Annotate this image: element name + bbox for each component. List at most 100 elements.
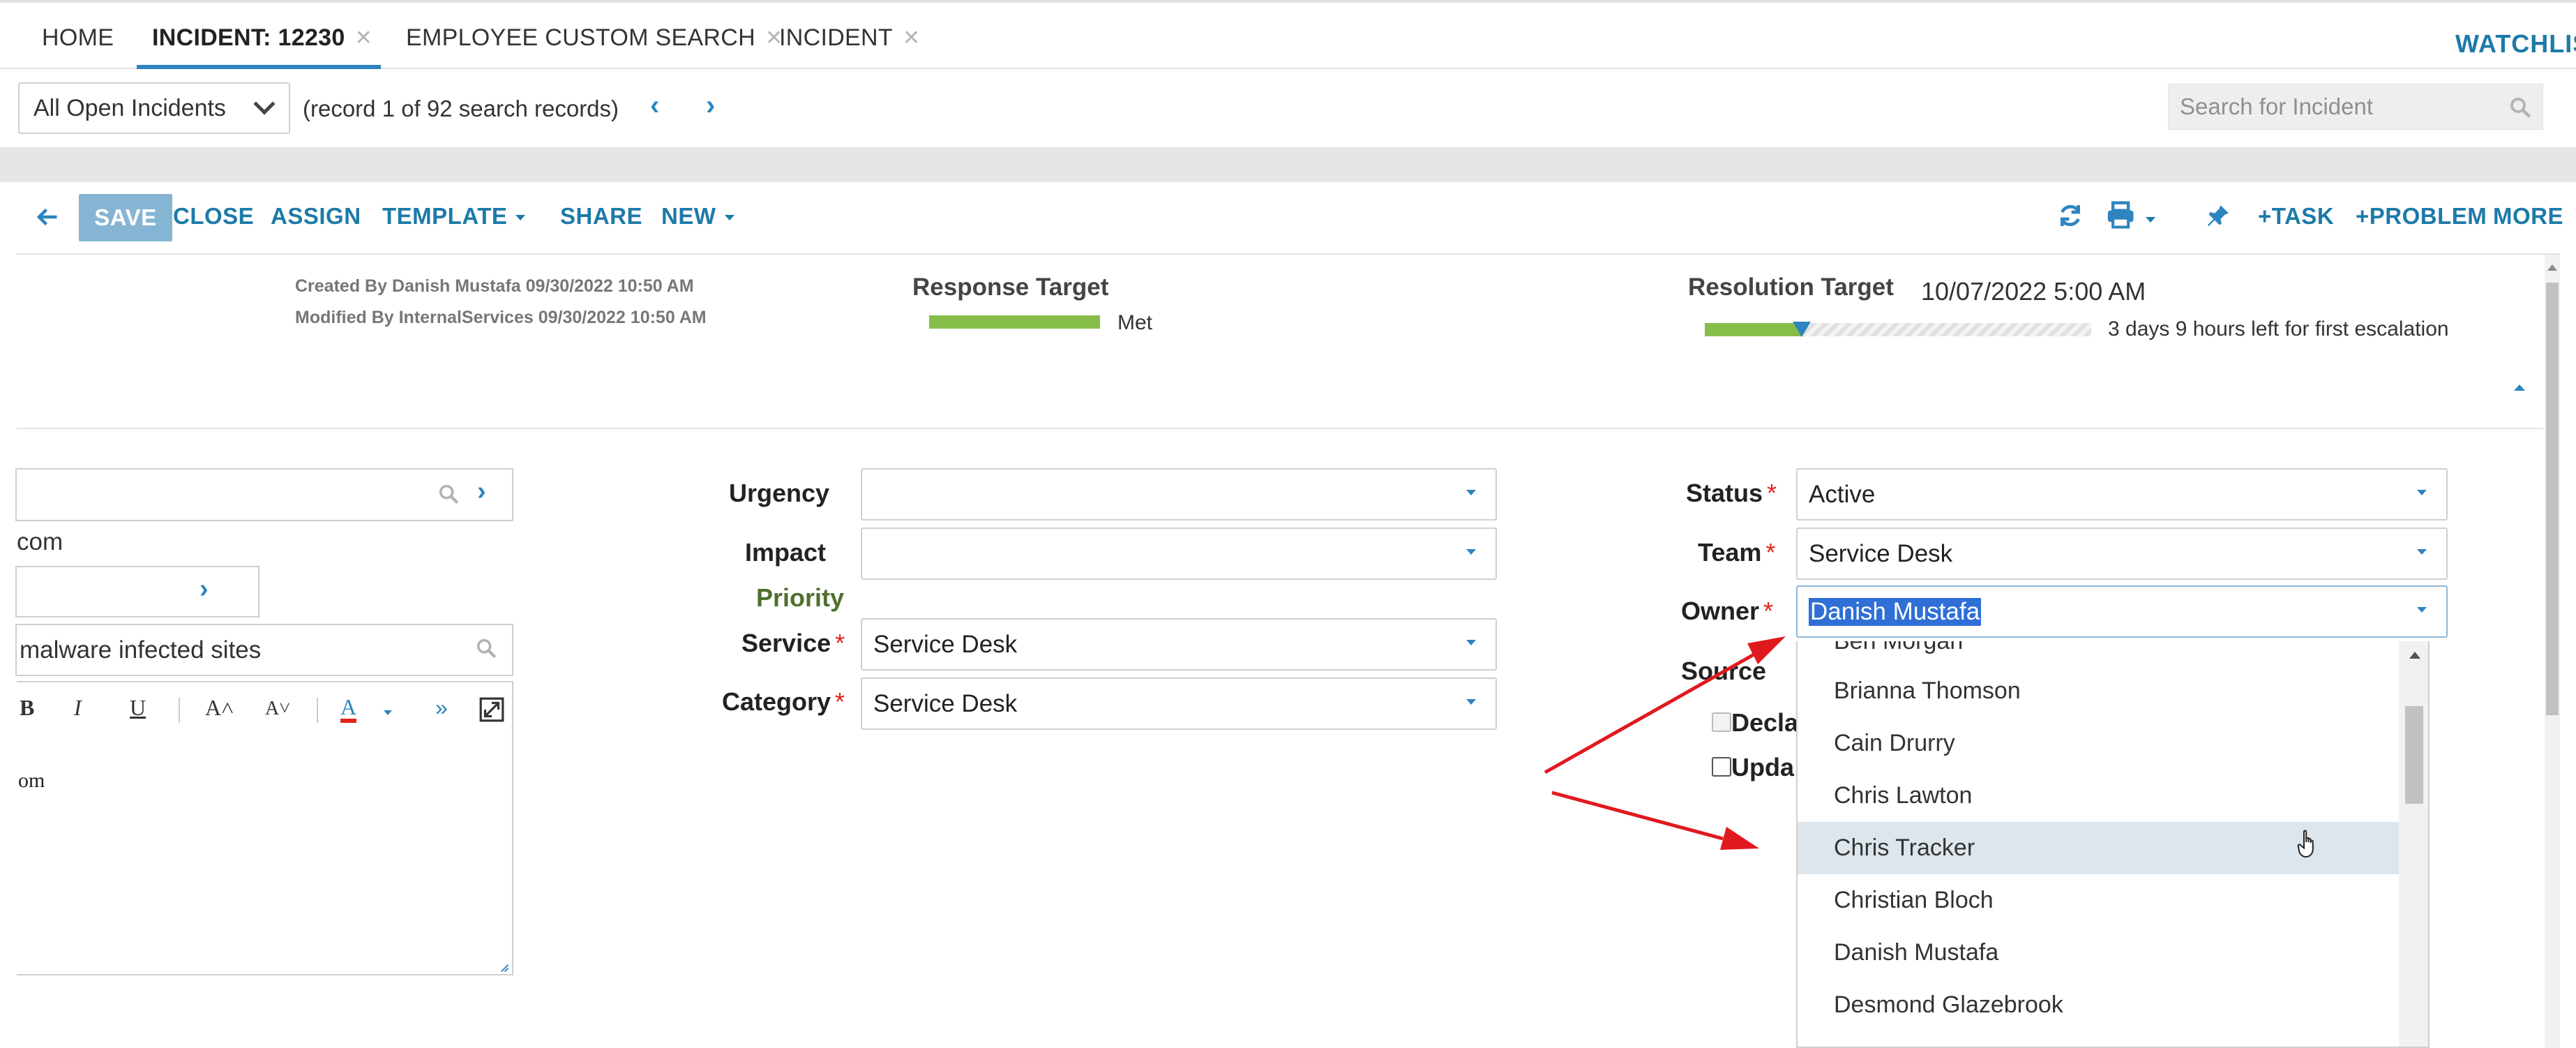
- config-item-input[interactable]: ›: [15, 566, 259, 617]
- search-placeholder: Search for Incident: [2180, 93, 2373, 119]
- chevron-right-icon[interactable]: ›: [199, 574, 209, 604]
- customer-lookup-input[interactable]: ›: [15, 468, 513, 521]
- close-icon[interactable]: ✕: [903, 26, 920, 50]
- owner-value[interactable]: Danish Mustafa: [1809, 597, 1982, 626]
- category-label: Category *: [722, 687, 845, 717]
- assign-button[interactable]: ASSIGN: [271, 203, 361, 230]
- search-icon[interactable]: [474, 636, 498, 660]
- view-select[interactable]: All Open Incidents: [18, 82, 290, 134]
- toolbar-separator: [179, 698, 180, 723]
- required-mark: *: [1763, 597, 1774, 625]
- underline-button[interactable]: U: [130, 695, 146, 721]
- scrollbar-thumb[interactable]: [2405, 706, 2423, 804]
- list-item[interactable]: Desmond Glazebrook: [1798, 979, 2399, 1031]
- caret-down-icon: [1466, 699, 1476, 705]
- chevron-down-icon: [253, 93, 276, 115]
- expand-icon[interactable]: [479, 696, 505, 723]
- italic-button[interactable]: I: [74, 695, 82, 721]
- list-item[interactable]: Christian Bloch: [1798, 874, 2399, 927]
- print-icon[interactable]: [2105, 200, 2139, 231]
- tab-incident[interactable]: INCIDENT ✕: [779, 6, 920, 70]
- close-icon[interactable]: ✕: [355, 26, 372, 50]
- service-select[interactable]: Service Desk: [861, 618, 1497, 671]
- service-value: Service Desk: [873, 630, 1018, 658]
- list-item[interactable]: Chris Lawton: [1798, 770, 2399, 822]
- share-button[interactable]: SHARE: [560, 203, 642, 230]
- refresh-icon[interactable]: [2056, 202, 2084, 230]
- email-text: com: [17, 528, 63, 555]
- close-button[interactable]: CLOSE: [173, 203, 254, 230]
- resolution-target-date: 10/07/2022 5:00 AM: [1921, 277, 2146, 306]
- toolbar-separator: [317, 698, 318, 723]
- list-item[interactable]: Ben Morgan: [1798, 641, 2399, 668]
- category-value: Service Desk: [873, 689, 1018, 717]
- owner-label-text: Owner: [1681, 597, 1760, 625]
- resize-handle-icon[interactable]: [498, 961, 509, 973]
- scroll-up-icon[interactable]: [2409, 652, 2420, 659]
- summary-input[interactable]: malware infected sites: [15, 624, 513, 676]
- font-size-increase-button[interactable]: A˄: [205, 695, 234, 721]
- status-value: Active: [1809, 480, 1876, 508]
- update-checkbox[interactable]: [1712, 757, 1731, 777]
- status-select[interactable]: Active: [1796, 468, 2448, 521]
- modified-by-text: Modified By InternalServices 09/30/2022 …: [295, 308, 707, 327]
- chevron-right-icon[interactable]: ›: [477, 477, 486, 507]
- list-item[interactable]: Cain Drurry: [1798, 717, 2399, 770]
- tab-label: INCIDENT: [779, 24, 893, 51]
- previous-record-button[interactable]: ‹: [650, 90, 659, 121]
- search-icon[interactable]: [437, 482, 460, 506]
- owner-dropdown-list[interactable]: Ben Morgan Brianna Thomson Cain Drurry C…: [1796, 641, 2430, 1048]
- list-item[interactable]: Brianna Thomson: [1798, 665, 2399, 717]
- scrollbar-thumb[interactable]: [2546, 283, 2559, 715]
- panel-scrollbar[interactable]: [2545, 255, 2560, 1048]
- urgency-label: Urgency: [729, 479, 830, 507]
- tab-incident-12230[interactable]: INCIDENT: 12230 ✕: [152, 6, 372, 70]
- tab-label: INCIDENT: 12230: [152, 24, 345, 51]
- caret-down-icon: [2417, 549, 2427, 555]
- font-size-decrease-button[interactable]: A˅: [265, 698, 290, 720]
- team-label: Team *: [1698, 538, 1775, 567]
- watchlist-link[interactable]: WATCHLIS: [2455, 29, 2576, 59]
- caret-down-icon[interactable]: [384, 710, 392, 715]
- more-tools-button[interactable]: »: [435, 695, 448, 721]
- urgency-select[interactable]: [861, 468, 1497, 521]
- new-label: NEW: [661, 203, 716, 229]
- save-button[interactable]: SAVE: [79, 194, 172, 241]
- more-button[interactable]: MORE: [2493, 203, 2563, 230]
- add-task-button[interactable]: +TASK: [2258, 203, 2334, 230]
- required-mark: *: [1765, 538, 1776, 567]
- collapse-header-icon[interactable]: [2514, 384, 2525, 391]
- required-mark: *: [835, 629, 845, 657]
- bold-button[interactable]: B: [20, 695, 34, 721]
- hand-cursor-icon: [2297, 830, 2314, 858]
- resolution-remaining-text: 3 days 9 hours left for first escalation: [2108, 317, 2449, 340]
- add-problem-button[interactable]: +PROBLEM: [2356, 203, 2487, 230]
- impact-select[interactable]: [861, 527, 1497, 580]
- owner-select[interactable]: Danish Mustafa: [1796, 585, 2448, 638]
- team-select[interactable]: Service Desk: [1796, 527, 2448, 580]
- scroll-up-icon[interactable]: [2547, 264, 2557, 271]
- incident-search-input[interactable]: Search for Incident: [2168, 84, 2543, 130]
- font-color-button[interactable]: A: [340, 695, 357, 723]
- back-arrow-icon[interactable]: [35, 204, 60, 230]
- category-select[interactable]: Service Desk: [861, 678, 1497, 730]
- dropdown-scrollbar[interactable]: [2399, 641, 2428, 1047]
- caret-down-icon[interactable]: [2146, 217, 2155, 223]
- tab-employee-custom-search[interactable]: EMPLOYEE CUSTOM SEARCH ✕: [406, 6, 783, 70]
- search-icon[interactable]: [2508, 95, 2533, 120]
- caret-down-icon: [1466, 640, 1476, 645]
- declared-checkbox[interactable]: [1712, 712, 1731, 732]
- status-label: Status *: [1686, 479, 1777, 508]
- next-record-button[interactable]: ›: [706, 90, 715, 121]
- pin-icon[interactable]: [2204, 202, 2232, 230]
- template-button[interactable]: TEMPLATE: [382, 203, 526, 230]
- description-editor[interactable]: B I U A˄ A˅ A » om: [17, 681, 513, 975]
- caret-down-icon: [2417, 490, 2427, 495]
- source-label: Source: [1681, 657, 1767, 685]
- list-item[interactable]: Danish Mustafa: [1798, 927, 2399, 979]
- resolution-target-label: Resolution Target: [1688, 274, 1894, 301]
- tab-home[interactable]: HOME: [42, 6, 114, 70]
- tab-bar: HOME INCIDENT: 12230 ✕ EMPLOYEE CUSTOM S…: [0, 0, 2576, 70]
- new-button[interactable]: NEW: [661, 203, 735, 230]
- owner-label: Owner *: [1681, 597, 1773, 626]
